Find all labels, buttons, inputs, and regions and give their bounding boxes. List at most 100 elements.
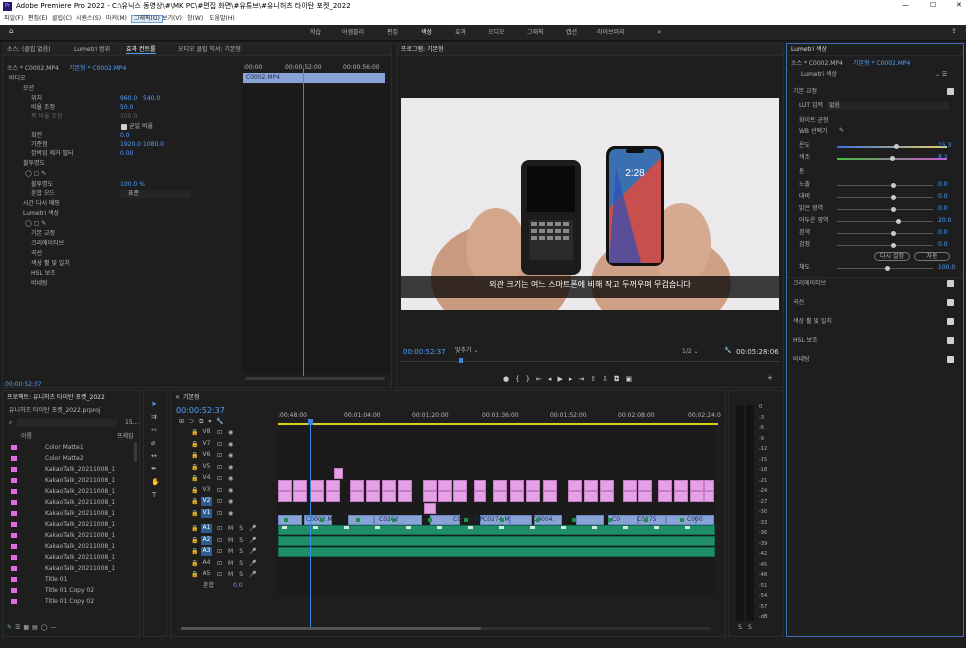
menu-graphics[interactable]: 그래픽(G) bbox=[131, 15, 163, 23]
lut-dropdown[interactable]: 없음 bbox=[827, 102, 949, 110]
share-icon[interactable]: ⇪ bbox=[951, 28, 957, 35]
tab-effect-controls[interactable]: 효과 컨트롤 bbox=[126, 47, 156, 54]
icon-view-icon[interactable]: ▦ bbox=[23, 624, 32, 631]
step-back-icon[interactable]: ◂ bbox=[548, 375, 558, 383]
project-scrollbar[interactable] bbox=[134, 442, 137, 462]
title-clip[interactable] bbox=[568, 480, 582, 491]
lumetri-item-wheels[interactable]: 색상 휠 및 일치 bbox=[31, 261, 70, 267]
mark-out-icon[interactable]: } bbox=[526, 375, 536, 383]
clip-fx-badge[interactable] bbox=[356, 518, 360, 522]
temp-knob[interactable] bbox=[894, 144, 899, 149]
auto-button[interactable]: 자동 bbox=[914, 252, 950, 261]
title-clip[interactable] bbox=[704, 480, 714, 491]
highlights-knob[interactable] bbox=[891, 207, 896, 212]
compare-icon[interactable]: ▣ bbox=[626, 375, 639, 383]
contrast-slider[interactable] bbox=[837, 195, 933, 200]
title-clip[interactable] bbox=[526, 480, 540, 491]
track-label[interactable]: V4 bbox=[201, 474, 212, 483]
title-clip[interactable] bbox=[638, 480, 652, 491]
close-sequence-icon[interactable]: ✕ bbox=[175, 395, 180, 401]
workspace-edit[interactable]: 편집 bbox=[387, 30, 398, 36]
clip-fx-badge[interactable] bbox=[284, 518, 288, 522]
title-clip[interactable] bbox=[293, 480, 307, 491]
slip-tool-icon[interactable]: ↔ bbox=[151, 453, 157, 460]
pen-tool-icon[interactable]: ✒ bbox=[151, 466, 157, 473]
menu-sequence[interactable]: 시퀀스(S) bbox=[76, 16, 101, 22]
program-playhead-marker[interactable] bbox=[459, 358, 463, 363]
exposure-slider[interactable] bbox=[837, 183, 933, 188]
section-curves[interactable]: 곡선 bbox=[793, 300, 804, 306]
section-hsl[interactable]: HSL 보조 bbox=[793, 338, 818, 344]
close-button[interactable]: ✕ bbox=[956, 2, 962, 9]
ripple-edit-tool-icon[interactable]: ⇿ bbox=[151, 427, 157, 434]
saturation-value[interactable]: 100.0 bbox=[938, 265, 955, 271]
saturation-knob[interactable] bbox=[885, 266, 890, 271]
track-label[interactable]: V5 bbox=[201, 463, 212, 472]
audio-keyframe-marker[interactable] bbox=[530, 526, 535, 529]
audio-keyframe-marker[interactable] bbox=[282, 526, 287, 529]
tone-value-1[interactable]: 0.0 bbox=[938, 194, 948, 200]
track-audio-controls-icon[interactable]: ⊡MS🎤 bbox=[217, 560, 262, 567]
project-list-item[interactable]: Color Matte2 bbox=[3, 453, 133, 464]
title-clip[interactable] bbox=[334, 468, 343, 479]
work-area-bar[interactable] bbox=[278, 423, 718, 425]
title-clip[interactable] bbox=[568, 491, 582, 502]
tab-source[interactable]: 소스: (클립 없음) bbox=[7, 47, 51, 53]
position-x[interactable]: 960.0 bbox=[120, 96, 137, 102]
track-lock-icon[interactable]: 🔒 bbox=[191, 464, 198, 471]
title-clip[interactable] bbox=[623, 480, 637, 491]
title-clip[interactable] bbox=[326, 491, 340, 502]
title-clip[interactable] bbox=[543, 480, 557, 491]
highlights-slider[interactable] bbox=[837, 207, 933, 212]
search-icon[interactable]: ⌕ bbox=[9, 420, 12, 426]
timeline-h-thumb[interactable] bbox=[181, 627, 481, 630]
nest-icon[interactable]: ⊞ bbox=[179, 418, 189, 425]
minimize-button[interactable]: — bbox=[902, 2, 909, 9]
hsl-checkbox[interactable] bbox=[947, 337, 954, 344]
title-clip[interactable] bbox=[366, 491, 380, 502]
maximize-button[interactable]: ☐ bbox=[930, 2, 936, 9]
workspace-color[interactable]: 색상 bbox=[421, 30, 432, 36]
section-wheels[interactable]: 색상 휠 및 일치 bbox=[793, 319, 832, 325]
wheels-checkbox[interactable] bbox=[947, 318, 954, 325]
track-audio-controls-icon[interactable]: ⊡MS🎤 bbox=[217, 572, 262, 578]
project-list-item[interactable]: KakaoTalk_20211008_1 bbox=[3, 508, 133, 519]
lumetri-item-vignette[interactable]: 비네팅 bbox=[31, 281, 48, 287]
project-list-item[interactable]: KakaoTalk_20211008_1 bbox=[3, 530, 133, 541]
track-audio-controls-icon[interactable]: ⊡MS🎤 bbox=[217, 526, 262, 532]
project-list-item[interactable]: KakaoTalk_20211008_1 bbox=[3, 497, 133, 508]
track-visibility-icon[interactable]: ⊡◉ bbox=[217, 430, 239, 436]
tint-slider[interactable] bbox=[837, 156, 947, 161]
track-lock-icon[interactable]: 🔒 bbox=[191, 510, 198, 517]
blacks-knob[interactable] bbox=[891, 243, 896, 248]
project-list-item[interactable]: Title 01 bbox=[3, 574, 133, 585]
title-clip[interactable] bbox=[398, 491, 412, 502]
title-clip[interactable] bbox=[543, 491, 557, 502]
anchor-y[interactable]: 1080.0 bbox=[143, 142, 164, 148]
shadows-slider[interactable] bbox=[837, 219, 933, 224]
creative-checkbox[interactable] bbox=[947, 280, 954, 287]
audio-keyframe-marker[interactable] bbox=[344, 526, 349, 529]
title-clip[interactable] bbox=[293, 491, 307, 502]
tint-knob[interactable] bbox=[890, 156, 895, 161]
menu-clip[interactable]: 클립(C) bbox=[52, 16, 72, 22]
title-clip[interactable] bbox=[382, 480, 396, 491]
lumetri-item-curves[interactable]: 곡선 bbox=[31, 251, 42, 257]
menu-window[interactable]: 창(W) bbox=[187, 16, 203, 22]
lumetri-title[interactable]: Lumetri 색상 bbox=[791, 47, 827, 53]
ec-timecode[interactable]: 00:00:52:37 bbox=[5, 382, 42, 388]
audio-keyframe-marker[interactable] bbox=[468, 526, 473, 529]
workspace-assembly[interactable]: 어셈블리 bbox=[342, 30, 364, 36]
clip-fx-badge[interactable] bbox=[572, 518, 576, 522]
track-label[interactable]: V6 bbox=[201, 451, 212, 460]
audio-keyframe-marker[interactable] bbox=[313, 526, 318, 529]
time-remap[interactable]: 시간 다시 매핑 bbox=[23, 201, 60, 207]
audio-keyframe-marker[interactable] bbox=[592, 526, 597, 529]
section-creative[interactable]: 크리에이티브 bbox=[793, 281, 826, 287]
title-clip[interactable] bbox=[584, 491, 598, 502]
clip-fx-badge[interactable] bbox=[392, 518, 396, 522]
title-clip[interactable] bbox=[658, 480, 672, 491]
title-clip[interactable] bbox=[584, 480, 598, 491]
lift-icon[interactable]: ⇧ bbox=[590, 375, 602, 383]
audio-keyframe-marker[interactable] bbox=[685, 526, 690, 529]
